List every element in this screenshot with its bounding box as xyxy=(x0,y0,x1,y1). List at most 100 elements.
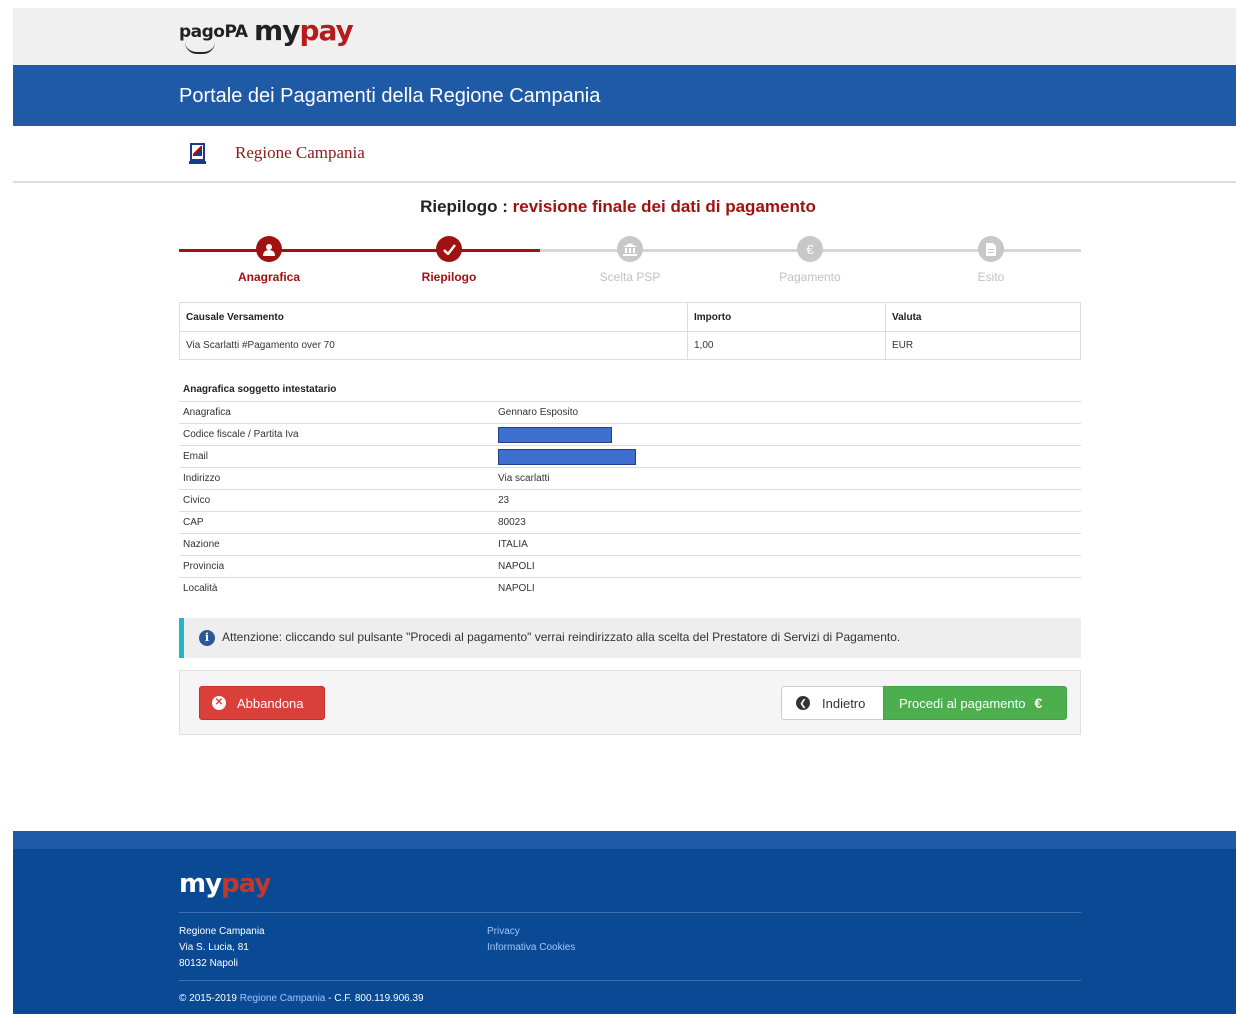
action-bar: ✕ Abbandona ❮ Indietro Procedi al pagame… xyxy=(179,670,1081,735)
step-scelta-psp: Scelta PSP xyxy=(540,236,720,284)
table-row: Nazione ITALIA xyxy=(179,533,1081,556)
field-value: 23 xyxy=(498,495,510,506)
info-alert: i Attenzione: cliccando sul pulsante "Pr… xyxy=(179,618,1081,658)
field-label: Provincia xyxy=(183,561,225,572)
field-value: Via scarlatti xyxy=(498,473,550,484)
copyright-link[interactable]: Regione Campania xyxy=(240,993,326,1004)
table-row: Indirizzo Via scarlatti xyxy=(179,467,1081,490)
footer-address: Regione Campania Via S. Lucia, 81 80132 … xyxy=(179,924,265,972)
step-riepilogo: Riepilogo xyxy=(359,236,539,284)
table-row: Provincia NAPOLI xyxy=(179,555,1081,578)
footer-divider xyxy=(179,980,1081,981)
back-button[interactable]: ❮ Indietro xyxy=(781,686,884,720)
abandon-button-label: Abbandona xyxy=(237,695,304,711)
footer-logo-my: my xyxy=(179,869,222,899)
regione-crest-base xyxy=(189,161,206,164)
pagopa-swoosh-icon xyxy=(185,42,215,54)
field-label: Anagrafica xyxy=(183,407,231,418)
field-value xyxy=(494,446,1081,468)
field-label: Codice fiscale / Partita Iva xyxy=(183,429,299,440)
progress-steps: Anagrafica Riepilogo Scelta PSP € Pagame… xyxy=(179,236,1081,288)
column-header: Importo xyxy=(687,302,886,332)
footer-address-line: Regione Campania xyxy=(179,926,265,937)
privacy-link[interactable]: Privacy xyxy=(487,924,575,940)
column-header: Valuta xyxy=(885,302,1081,332)
footer: mypay Regione Campania Via S. Lucia, 81 … xyxy=(13,849,1236,1014)
close-circle-icon: ✕ xyxy=(212,696,226,710)
table-cell: EUR xyxy=(885,331,1081,360)
step-esito: Esito xyxy=(901,236,1081,284)
step-label: Scelta PSP xyxy=(599,270,661,284)
table-header-row: Causale Versamento Importo Valuta xyxy=(179,302,1081,332)
copyright-suffix: - C.F. 800.119.906.39 xyxy=(328,993,424,1004)
table-cell: Via Scarlatti #Pagamento over 70 xyxy=(179,331,688,360)
anagrafica-table: Anagrafica Gennaro Esposito Codice fiscal… xyxy=(179,401,1081,599)
redaction-box xyxy=(498,426,612,443)
field-value: NAPOLI xyxy=(498,583,535,594)
table-row: Email xyxy=(179,445,1081,468)
field-label: Civico xyxy=(183,495,211,506)
cookies-link[interactable]: Informativa Cookies xyxy=(487,940,575,956)
table-row: CAP 80023 xyxy=(179,511,1081,534)
euro-icon: € xyxy=(1034,695,1043,711)
entity-name[interactable]: Regione Campania xyxy=(235,143,365,163)
euro-icon: € xyxy=(797,236,823,262)
footer-mypay-logo: mypay xyxy=(179,869,271,899)
field-value: ITALIA xyxy=(498,539,528,550)
chevron-left-icon: ❮ xyxy=(796,696,810,710)
abandon-button[interactable]: ✕ Abbandona xyxy=(199,686,325,720)
page-title-prefix: Riepilogo : xyxy=(420,197,508,216)
back-button-label: Indietro xyxy=(822,695,866,711)
field-label: Località xyxy=(183,583,218,594)
field-label: Indirizzo xyxy=(183,473,221,484)
payment-table: Causale Versamento Importo Valuta Via Sc… xyxy=(179,302,1081,360)
footer-links: Privacy Informativa Cookies xyxy=(487,924,575,956)
pagopa-logo[interactable]: pagoPA xyxy=(179,22,248,54)
footer-copyright: © 2015-2019 Regione Campania - C.F. 800.… xyxy=(179,993,424,1004)
redaction-box xyxy=(498,448,636,465)
footer-address-line: 80132 Napoli xyxy=(179,958,238,969)
column-header: Causale Versamento xyxy=(179,302,688,332)
anagrafica-section-title: Anagrafica soggetto intestatario xyxy=(183,384,337,395)
table-row: Civico 23 xyxy=(179,489,1081,512)
table-row: Via Scarlatti #Pagamento over 70 1,00 EU… xyxy=(179,331,1081,360)
alert-text: Attenzione: cliccando sul pulsante "Proc… xyxy=(222,630,901,644)
bank-icon xyxy=(617,236,643,262)
table-row: Codice fiscale / Partita Iva xyxy=(179,423,1081,446)
table-row: Anagrafica Gennaro Esposito xyxy=(179,401,1081,424)
footer-logo-pay: pay xyxy=(221,869,271,899)
check-icon xyxy=(436,236,462,262)
step-anagrafica: Anagrafica xyxy=(179,236,359,284)
field-value: NAPOLI xyxy=(498,561,535,572)
footer-divider xyxy=(179,912,1081,913)
field-label: Email xyxy=(183,451,209,462)
pagopa-logo-text: pagoPA xyxy=(179,22,248,42)
info-icon: i xyxy=(199,630,215,646)
step-label: Riepilogo xyxy=(421,270,477,284)
document-icon xyxy=(978,236,1004,262)
page-title: Riepilogo : revisione finale dei dati di… xyxy=(0,197,1236,217)
field-label: CAP xyxy=(183,517,204,528)
footer-address-line: Via S. Lucia, 81 xyxy=(179,942,249,953)
mypay-logo[interactable]: mypay xyxy=(254,14,354,47)
mypay-logo-pay: pay xyxy=(299,14,353,47)
step-label: Esito xyxy=(977,270,1005,284)
mypay-logo-my: my xyxy=(254,14,300,47)
field-value xyxy=(494,424,1081,446)
regione-crest-icon xyxy=(190,143,205,161)
page-title-suffix: revisione finale dei dati di pagamento xyxy=(512,197,816,216)
portal-title: Portale dei Pagamenti della Regione Camp… xyxy=(179,85,601,107)
field-value: 80023 xyxy=(498,517,526,528)
top-logo-bar: pagoPA mypay xyxy=(13,8,1236,65)
step-pagamento: € Pagamento xyxy=(720,236,900,284)
table-cell: 1,00 xyxy=(687,331,886,360)
table-row: Località NAPOLI xyxy=(179,577,1081,600)
step-label: Anagrafica xyxy=(237,270,301,284)
user-icon xyxy=(256,236,282,262)
portal-header: Portale dei Pagamenti della Regione Camp… xyxy=(13,65,1236,126)
proceed-button-label: Procedi al pagamento xyxy=(899,695,1026,711)
proceed-payment-button[interactable]: Procedi al pagamento € xyxy=(883,686,1067,720)
field-label: Nazione xyxy=(183,539,220,550)
field-value: Gennaro Esposito xyxy=(498,407,579,418)
copyright-prefix: © 2015-2019 xyxy=(179,993,237,1004)
